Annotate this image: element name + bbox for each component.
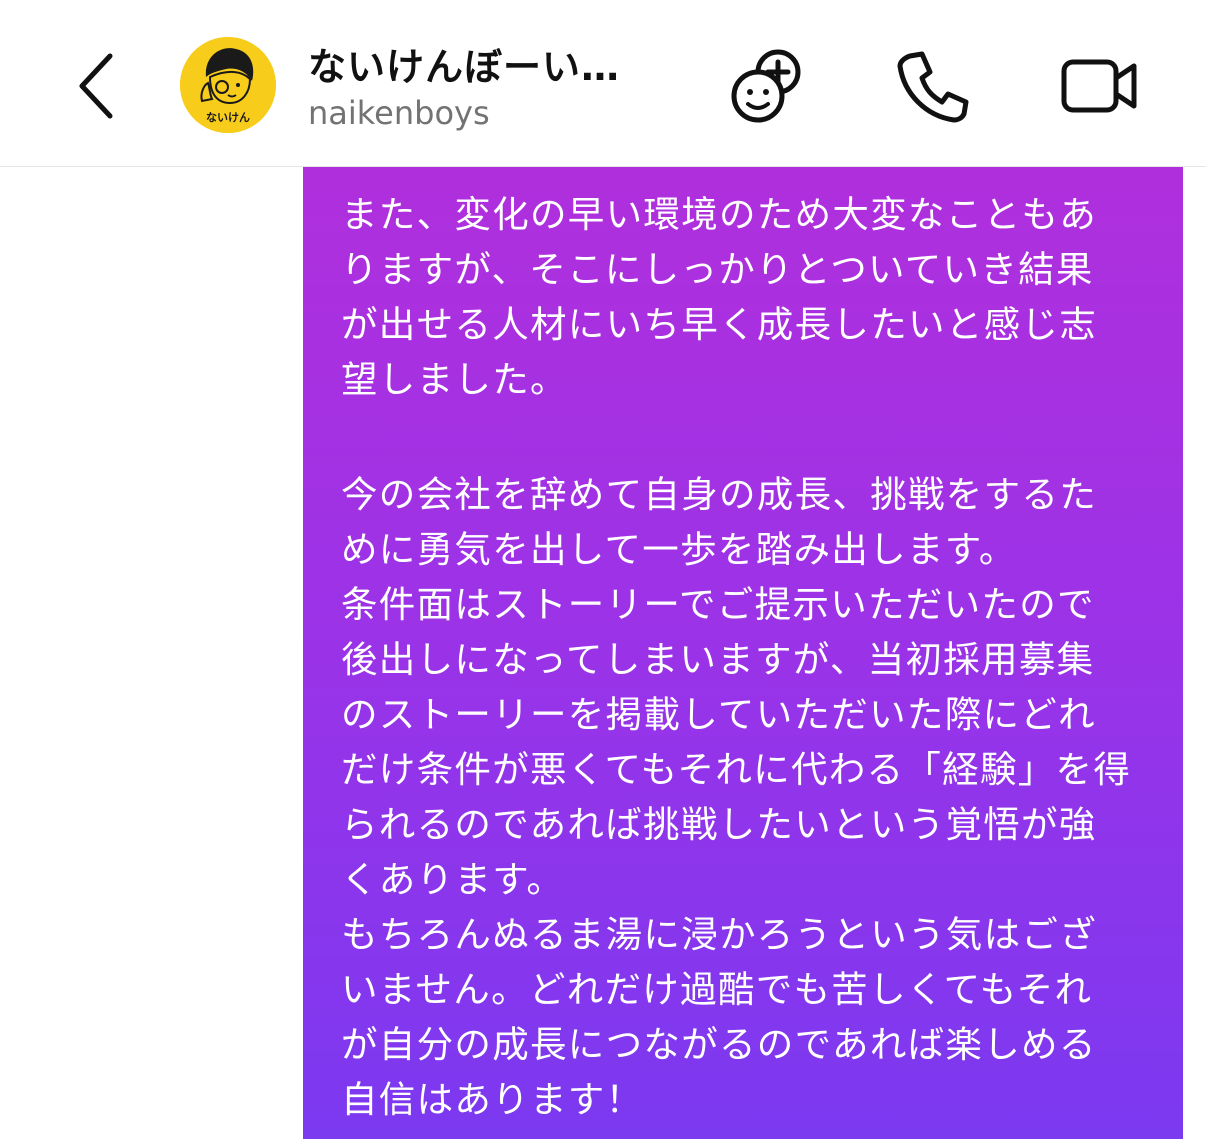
message-line: また、変化の早い環境のため大変なこともあ <box>341 193 1097 236</box>
message-line: いません。どれだけ過酷でも苦しくてもそれ <box>341 968 1093 1011</box>
avatar-illustration: ないけん <box>180 37 276 133</box>
message-line: 望しました。 <box>341 358 568 401</box>
message-line: だけ条件が悪くてもそれに代わる「経験」を得 <box>341 748 1132 791</box>
back-button[interactable] <box>70 48 126 120</box>
message-line: くあります。 <box>341 858 565 901</box>
message-line: が出せる人材にいち早く成長したいと感じ志 <box>341 303 1097 346</box>
video-camera-icon <box>1061 59 1137 113</box>
message-line: 条件面はストーリーでご提示いただいたので <box>341 583 1095 626</box>
avatar-label: ないけん <box>206 111 250 124</box>
message-line: のストーリーを掲載していただいた際にどれ <box>341 693 1096 736</box>
call-button[interactable] <box>892 44 976 128</box>
chevron-left-icon <box>79 53 113 119</box>
video-call-button[interactable] <box>1058 44 1142 128</box>
contact-handle: naikenboys <box>308 94 490 132</box>
avatar[interactable]: ないけん <box>180 37 276 133</box>
message-line: 自信はあります！ <box>341 1078 644 1121</box>
contact-name[interactable]: ないけんぼーい… <box>308 36 620 91</box>
message-line: 今の会社を辞めて自身の成長、挑戦をするた <box>341 473 1097 516</box>
message-line: めに勇気を出して一歩を踏み出します。 <box>341 528 1017 571</box>
message-line: られるのであれば挑戦したいという覚悟が強 <box>341 803 1097 846</box>
phone-icon <box>897 51 969 123</box>
add-people-button[interactable] <box>728 44 812 128</box>
message-line: が自分の成長につながるのであれば楽しめる <box>341 1023 1097 1066</box>
add-smiley-group-icon <box>731 49 801 123</box>
message-bubble[interactable]: また、変化の早い環境のため大変なこともあ りますが、そこにしっかりとついていき結… <box>303 167 1183 1139</box>
message-line: りますが、そこにしっかりとついていき結果 <box>341 248 1094 291</box>
chat-header: ないけん ないけんぼーい… naikenboys <box>0 0 1206 167</box>
message-line: もちろんぬるま湯に浸かろうという気はござ <box>341 913 1097 956</box>
message-line: 後出しになってしまいますが、当初採用募集 <box>341 638 1095 681</box>
